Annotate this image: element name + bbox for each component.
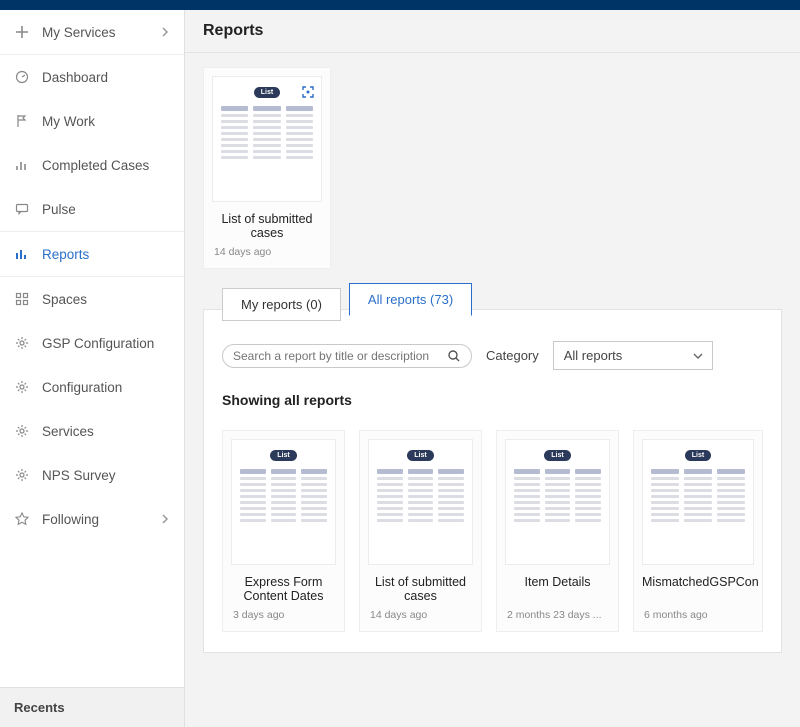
chart-icon (14, 246, 30, 262)
bars-icon (14, 157, 30, 173)
sidebar-item-label: Services (42, 424, 170, 439)
category-selected-value: All reports (564, 348, 623, 363)
report-thumbnail: List (505, 439, 610, 565)
sidebar-item-my-services[interactable]: My Services (0, 10, 184, 54)
plus-icon (14, 24, 30, 40)
sidebar-item-label: NPS Survey (42, 468, 170, 483)
report-thumbnail: List (642, 439, 754, 565)
gear-icon (14, 423, 30, 439)
report-timestamp: 3 days ago (223, 609, 344, 631)
report-thumbnail: List (231, 439, 336, 565)
report-type-badge: List (407, 450, 433, 461)
report-title: Express Form Content Dates (223, 565, 344, 609)
sidebar: My Services Dashboard My Work Completed … (0, 10, 185, 727)
sidebar-item-services[interactable]: Services (0, 409, 184, 453)
report-type-badge: List (270, 450, 296, 461)
page-header: Reports (185, 10, 800, 53)
recents-header[interactable]: Recents (0, 687, 184, 727)
sidebar-item-pulse[interactable]: Pulse (0, 187, 184, 231)
report-title: List of submitted cases (360, 565, 481, 609)
sidebar-item-reports[interactable]: Reports (0, 232, 184, 276)
sidebar-item-label: Pulse (42, 202, 170, 217)
showing-heading: Showing all reports (204, 370, 781, 414)
gear-icon (14, 379, 30, 395)
sidebar-item-label: Spaces (42, 292, 170, 307)
gauge-icon (14, 69, 30, 85)
sidebar-item-label: Dashboard (42, 70, 170, 85)
sidebar-item-dashboard[interactable]: Dashboard (0, 55, 184, 99)
report-thumbnail: List (368, 439, 473, 565)
filters-row: Category All reports (204, 329, 781, 370)
reports-panel: My reports (0) All reports (73) Category… (203, 309, 782, 653)
chevron-right-icon (160, 27, 170, 37)
sidebar-item-configuration[interactable]: Configuration (0, 365, 184, 409)
focus-icon (301, 85, 315, 99)
report-grid: List Express Form Content Dates 3 days a… (204, 414, 781, 632)
report-timestamp: 14 days ago (204, 246, 330, 268)
gear-icon (14, 335, 30, 351)
report-type-badge: List (544, 450, 570, 461)
report-thumbnail: List (212, 76, 322, 202)
tab-my-reports[interactable]: My reports (0) (222, 288, 341, 321)
report-card[interactable]: List Item Details 2 months 23 days ... (496, 430, 619, 632)
sidebar-item-gsp-configuration[interactable]: GSP Configuration (0, 321, 184, 365)
sidebar-list: My Services Dashboard My Work Completed … (0, 10, 184, 687)
chevron-right-icon (160, 514, 170, 524)
gear-icon (14, 467, 30, 483)
search-icon (447, 349, 461, 363)
sidebar-item-my-work[interactable]: My Work (0, 99, 184, 143)
report-timestamp: 14 days ago (360, 609, 481, 631)
report-type-badge: List (685, 450, 711, 461)
category-label: Category (486, 348, 539, 363)
sidebar-item-label: Configuration (42, 380, 170, 395)
chevron-down-icon (692, 350, 704, 362)
pinned-report-card[interactable]: List List of submitted cases 14 days ago (203, 67, 331, 269)
report-type-badge: List (254, 87, 280, 98)
sidebar-item-label: Completed Cases (42, 158, 170, 173)
report-card[interactable]: List List of submitted cases 14 days ago (359, 430, 482, 632)
sidebar-item-label: My Services (42, 25, 160, 40)
sidebar-item-following[interactable]: Following (0, 497, 184, 541)
sidebar-item-label: My Work (42, 114, 170, 129)
search-box[interactable] (222, 344, 472, 368)
flag-icon (14, 113, 30, 129)
report-timestamp: 6 months ago (634, 609, 762, 631)
top-bar (0, 0, 800, 10)
sidebar-item-label: Following (42, 512, 160, 527)
report-card[interactable]: List MismatchedGSPCon 6 months ago (633, 430, 763, 632)
grid-icon (14, 291, 30, 307)
report-title: Item Details (497, 565, 618, 609)
sidebar-item-label: Reports (42, 247, 170, 262)
report-title: List of submitted cases (204, 202, 330, 246)
chat-icon (14, 201, 30, 217)
sidebar-item-nps-survey[interactable]: NPS Survey (0, 453, 184, 497)
report-card[interactable]: List Express Form Content Dates 3 days a… (222, 430, 345, 632)
sidebar-item-completed-cases[interactable]: Completed Cases (0, 143, 184, 187)
category-select[interactable]: All reports (553, 341, 713, 370)
search-input[interactable] (233, 349, 447, 363)
star-icon (14, 511, 30, 527)
sidebar-item-label: GSP Configuration (42, 336, 170, 351)
page-title: Reports (203, 22, 782, 40)
tab-all-reports[interactable]: All reports (73) (349, 283, 472, 316)
report-timestamp: 2 months 23 days ... (497, 609, 618, 631)
sidebar-item-spaces[interactable]: Spaces (0, 277, 184, 321)
tabs: My reports (0) All reports (73) (204, 296, 781, 329)
report-title: MismatchedGSPCon (634, 565, 762, 609)
main-area: Reports List List of submitted cases 14 (185, 10, 800, 727)
